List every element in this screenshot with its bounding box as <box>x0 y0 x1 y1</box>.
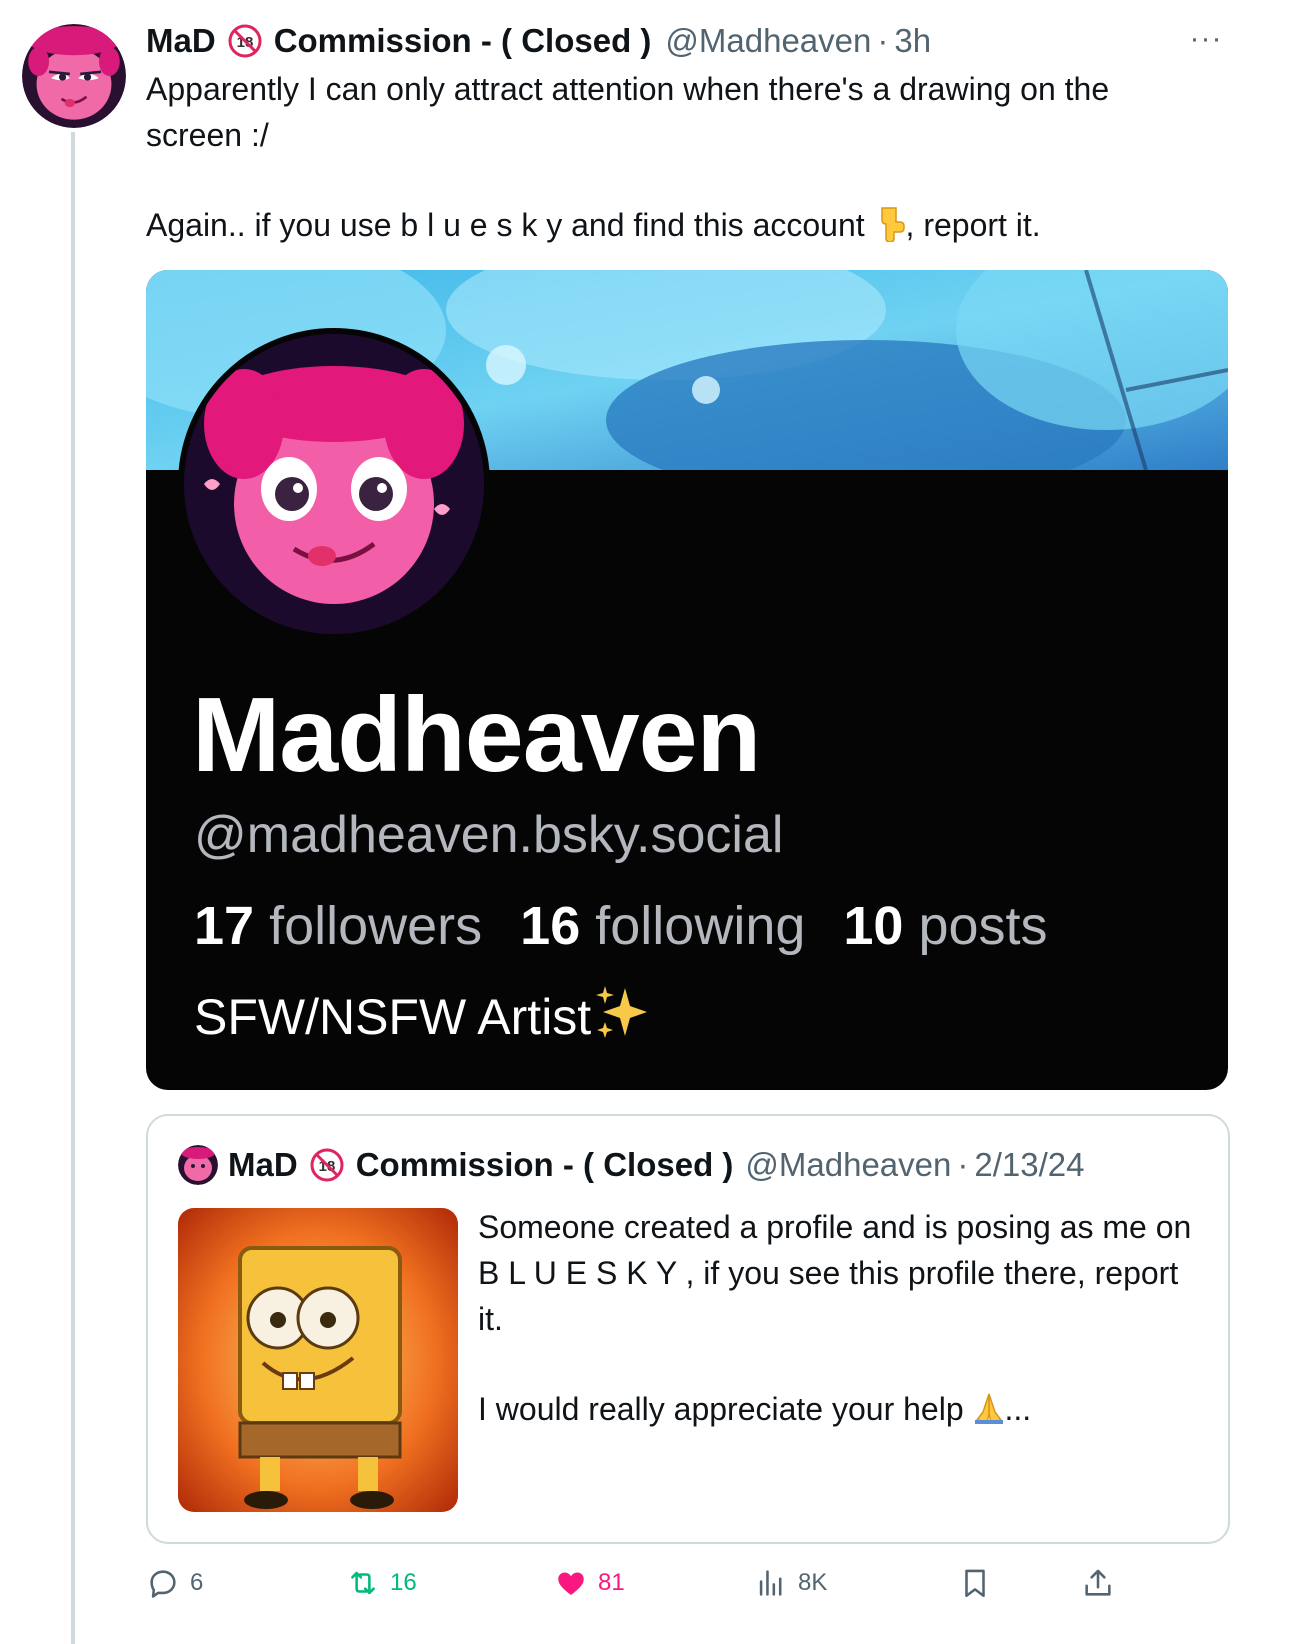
share-button[interactable] <box>1081 1558 1125 1608</box>
quoted-tweet-text: Someone created a profile and is posing … <box>478 1204 1198 1432</box>
folded-hands-icon <box>973 1390 1005 1426</box>
profile-picture <box>178 328 490 640</box>
sparkles-icon <box>591 982 653 1044</box>
bio-text: SFW/NSFW Artist <box>194 989 592 1045</box>
separator-dot: · <box>957 1146 969 1183</box>
author-avatar[interactable] <box>22 24 126 128</box>
bluesky-stats: 17 followers 16 following 10 posts <box>194 890 1048 962</box>
separator-dot: · <box>877 22 889 59</box>
like-button[interactable]: 81 <box>554 1558 625 1608</box>
views-icon <box>759 1570 782 1596</box>
quoted-tweet-date: 2/13/24 <box>974 1146 1085 1183</box>
share-icon <box>1085 1569 1111 1596</box>
reply-count: 6 <box>190 1569 204 1596</box>
author-name[interactable]: MaD <box>146 22 216 60</box>
attached-image-bluesky-profile[interactable]: Madheaven @madheaven.bsky.social 17 foll… <box>146 270 1228 1090</box>
pointing-down-icon <box>874 206 906 243</box>
following-count: 16 <box>520 896 581 956</box>
18-plus-icon: 18 <box>228 24 262 58</box>
thread-line <box>71 132 75 1644</box>
views-button[interactable]: 8K <box>754 1558 827 1608</box>
quoted-tweet-header: MaD 18 Commission - ( Closed ) @Madheave… <box>178 1142 1084 1188</box>
quoted-author-avatar <box>178 1145 218 1185</box>
quoted-author-name-suffix: Commission - ( Closed ) <box>355 1146 734 1183</box>
quoted-tweet-image[interactable] <box>178 1208 458 1512</box>
quoted-author-handle: @Madheaven <box>745 1146 952 1183</box>
views-count: 8K <box>798 1569 828 1596</box>
author-handle[interactable]: @Madheaven <box>665 22 871 60</box>
tweet-text-line2-after: , report it. <box>905 207 1041 243</box>
repost-button[interactable]: 16 <box>346 1558 417 1608</box>
bookmark-button[interactable] <box>958 1558 1002 1608</box>
repost-icon <box>351 1571 375 1595</box>
quoted-text-para2-after: ... <box>1004 1391 1032 1427</box>
like-count: 81 <box>598 1569 625 1596</box>
tweet-text-line2: Again.. if you use b l u e s k y and fin… <box>146 202 1206 248</box>
reply-icon <box>150 1570 176 1598</box>
quoted-text-para2-before: I would really appreciate your help <box>478 1391 964 1427</box>
posts-label: posts <box>918 896 1048 956</box>
followers-count: 17 <box>194 896 255 956</box>
bluesky-handle: @madheaven.bsky.social <box>194 806 784 864</box>
tweet-header: MaD 18 Commission - ( Closed ) @Madheave… <box>146 18 931 64</box>
bluesky-bio: SFW/NSFW Artist <box>194 982 653 1052</box>
heart-icon <box>558 1572 584 1596</box>
posts-count: 10 <box>843 896 904 956</box>
reply-button[interactable]: 6 <box>146 1558 203 1608</box>
following-label: following <box>595 896 806 956</box>
tweet-time[interactable]: 3h <box>894 22 931 60</box>
bluesky-display-name: Madheaven <box>192 676 761 794</box>
quoted-tweet[interactable]: MaD 18 Commission - ( Closed ) @Madheave… <box>146 1114 1230 1544</box>
tweet-text: Apparently I can only attract attention … <box>146 66 1206 248</box>
more-options-icon[interactable]: ··· <box>1186 24 1226 54</box>
bookmark-icon <box>965 1569 985 1598</box>
quoted-text-para1: Someone created a profile and is posing … <box>478 1209 1192 1337</box>
quoted-text-para2: I would really appreciate your help ... <box>478 1386 1198 1432</box>
followers-label: followers <box>269 896 483 956</box>
author-name-suffix[interactable]: Commission - ( Closed ) <box>274 22 652 60</box>
repost-count: 16 <box>390 1569 417 1596</box>
tweet-text-line2-before: Again.. if you use b l u e s k y and fin… <box>146 207 865 243</box>
tweet-actions-bar: 6 16 81 8K <box>146 1558 1226 1608</box>
quoted-author-name: MaD <box>228 1146 298 1183</box>
tweet-text-line1: Apparently I can only attract attention … <box>146 71 1110 153</box>
18-plus-icon: 18 <box>310 1148 344 1182</box>
